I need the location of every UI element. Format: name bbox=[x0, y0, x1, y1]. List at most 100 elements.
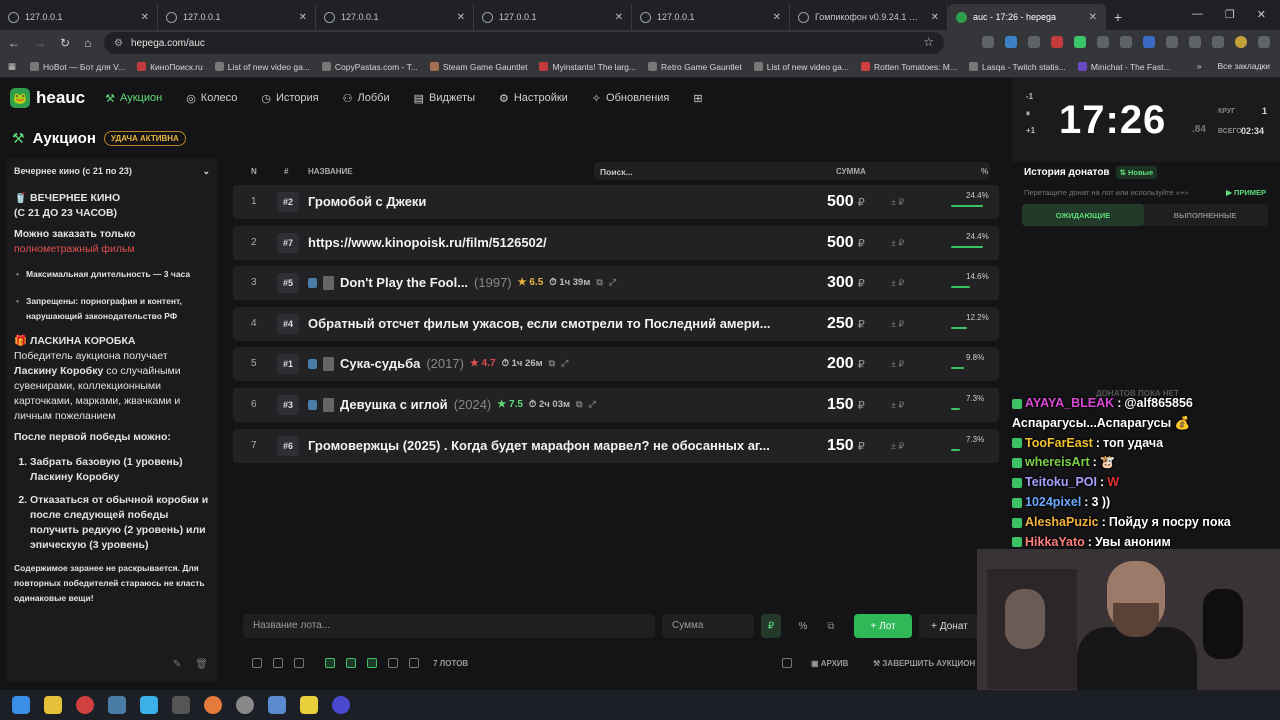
info-icon[interactable] bbox=[308, 358, 317, 369]
bookmark[interactable]: CopyPastas.com - T... bbox=[321, 62, 418, 72]
lot-add-input[interactable]: ± ₽ bbox=[891, 359, 904, 370]
lot-sum[interactable]: 500 ₽ bbox=[827, 193, 865, 211]
link-icon[interactable]: ⤢ bbox=[561, 358, 568, 369]
tab-pending[interactable]: ОЖИДАЮЩИЕ bbox=[1022, 204, 1144, 226]
donate-button[interactable]: + Донат bbox=[919, 614, 983, 638]
lot-title[interactable]: Девушка с иглой bbox=[340, 397, 448, 412]
back-icon[interactable]: ← bbox=[8, 36, 20, 50]
lot-title[interactable]: Обратный отсчет фильм ужасов, если смотр… bbox=[308, 316, 771, 331]
rules-selector[interactable]: Вечернее кино (с 21 по 23) ⌄ bbox=[14, 164, 210, 179]
close-icon[interactable]: ✕ bbox=[931, 12, 939, 23]
browser-tab[interactable]: 127.0.0.1 ✕ bbox=[632, 4, 790, 30]
bookmark[interactable]: HoBot — Бот для V... bbox=[30, 62, 125, 72]
bookmark[interactable]: Rotten Tomatoes: M... bbox=[860, 62, 957, 72]
percent-toggle[interactable]: % bbox=[793, 614, 813, 638]
bookmark[interactable]: Retro Game Gauntlet bbox=[647, 62, 742, 72]
bookmark[interactable]: Steam Game Gauntlet bbox=[429, 62, 527, 72]
extension-icon[interactable] bbox=[1074, 36, 1086, 48]
bookmark[interactable]: КиноПоиск.ru bbox=[137, 62, 203, 72]
lot-title[interactable]: Громовержцы (2025) . Когда будет марафон… bbox=[308, 438, 770, 453]
lot-sum[interactable]: 200 ₽ bbox=[827, 355, 865, 373]
lot-title[interactable]: https://www.kinopoisk.ru/film/5126502/ bbox=[308, 235, 547, 250]
copy-icon[interactable]: ⧉ bbox=[821, 614, 841, 638]
forward-icon[interactable]: → bbox=[34, 36, 46, 50]
close-icon[interactable]: ✕ bbox=[773, 12, 781, 23]
lot-row[interactable]: 5 #1 Сука-судьба (2017) ★ 4.7 ⏱ 1ч 26м ⧉ ⤢ 200 ₽ ±… bbox=[233, 347, 999, 381]
lot-id[interactable]: #3 bbox=[277, 395, 299, 415]
archive-button[interactable]: ▣ АРХИВ bbox=[811, 659, 848, 668]
add-lot-button[interactable]: + Лот bbox=[854, 614, 912, 638]
lot-name-input[interactable]: Название лота... bbox=[243, 614, 655, 638]
lot-row[interactable]: 6 #3 Девушка с иглой (2024) ★ 7.5 ⏱ 2ч 03м ⧉ ⤢ 1… bbox=[233, 388, 999, 422]
extension-icon[interactable] bbox=[1143, 36, 1155, 48]
lot-id[interactable]: #4 bbox=[277, 314, 299, 334]
list-icon[interactable] bbox=[273, 658, 283, 668]
nav-item-auction[interactable]: ⚒ Аукцион bbox=[105, 92, 162, 105]
lot-sum[interactable]: 300 ₽ bbox=[827, 274, 865, 292]
lot-row[interactable]: 4 #4 Обратный отсчет фильм ужасов, если см… bbox=[233, 307, 999, 341]
pause-icon[interactable]: ⏸ bbox=[1026, 105, 1035, 122]
minimize-icon[interactable]: — bbox=[1192, 8, 1203, 20]
close-icon[interactable]: ✕ bbox=[299, 12, 307, 23]
chat-username[interactable]: AleshaPuzic bbox=[1025, 513, 1099, 533]
chat-username[interactable]: TooFarEast bbox=[1025, 434, 1093, 454]
lot-row[interactable]: 7 #6 Громовержцы (2025) . Когда будет мара… bbox=[233, 429, 999, 463]
lot-add-input[interactable]: ± ₽ bbox=[891, 238, 904, 249]
link-icon[interactable]: ⤢ bbox=[588, 399, 595, 410]
reload-icon[interactable]: ↻ bbox=[60, 36, 70, 50]
nav-item-lobby[interactable]: ⚇ Лобби bbox=[343, 92, 390, 105]
steam-icon[interactable] bbox=[108, 696, 126, 714]
lot-id[interactable]: #2 bbox=[277, 192, 299, 212]
apps-icon[interactable]: ▦ bbox=[8, 61, 16, 72]
bookmark[interactable]: List of new video ga... bbox=[753, 62, 849, 72]
save-icon[interactable] bbox=[367, 658, 377, 668]
chat-username[interactable]: 1024pixel bbox=[1025, 493, 1081, 513]
lot-id[interactable]: #5 bbox=[277, 273, 299, 293]
browser-tab[interactable]: 127.0.0.1 ✕ bbox=[316, 4, 474, 30]
lot-sum[interactable]: 150 ₽ bbox=[827, 437, 865, 455]
external-link-icon[interactable]: ⧉ bbox=[596, 277, 602, 288]
browser-tab-active[interactable]: auc - 17:26 - hepega ✕ bbox=[948, 4, 1106, 30]
link-icon[interactable]: ⤢ bbox=[609, 277, 616, 288]
box-icon[interactable] bbox=[388, 658, 398, 668]
bookmark[interactable]: Myinstants! The larg... bbox=[539, 62, 636, 72]
nav-item-updates[interactable]: ✧ Обновления bbox=[592, 92, 670, 105]
nav-item-wheel[interactable]: ◎ Колесо bbox=[186, 92, 237, 105]
lot-title[interactable]: Сука-судьба bbox=[340, 356, 420, 371]
browser-tab[interactable]: 127.0.0.1 ✕ bbox=[0, 4, 158, 30]
chat-username[interactable]: Teitoku_POI bbox=[1025, 473, 1097, 493]
browser-tab[interactable]: 127.0.0.1 ✕ bbox=[158, 4, 316, 30]
stack-icon[interactable] bbox=[409, 658, 419, 668]
finish-auction-button[interactable]: ⚒ ЗАВЕРШИТЬ АУКЦИОН bbox=[873, 659, 975, 668]
folder-icon[interactable] bbox=[44, 696, 62, 714]
chrome-icon[interactable] bbox=[76, 696, 94, 714]
lot-row[interactable]: 1 #2 Громобой с Джеки 500 ₽ ± ₽ 24.4% bbox=[233, 185, 999, 219]
rub-toggle[interactable]: ₽ bbox=[761, 614, 781, 638]
extension-icon[interactable] bbox=[1097, 36, 1109, 48]
sum-input[interactable]: Сумма bbox=[662, 614, 754, 638]
example-button[interactable]: ▶ ПРИМЕР bbox=[1226, 188, 1266, 197]
puzzle-icon[interactable] bbox=[1166, 36, 1178, 48]
app-icon[interactable] bbox=[236, 696, 254, 714]
info-icon[interactable] bbox=[308, 399, 317, 410]
external-link-icon[interactable]: ⧉ bbox=[576, 399, 582, 410]
trash-icon[interactable]: 🗑 bbox=[195, 657, 208, 672]
external-link-icon[interactable]: ⧉ bbox=[549, 358, 555, 369]
lot-add-input[interactable]: ± ₽ bbox=[891, 197, 904, 208]
lot-add-input[interactable]: ± ₽ bbox=[891, 400, 904, 411]
lot-id[interactable]: #1 bbox=[277, 354, 299, 374]
close-icon[interactable]: ✕ bbox=[457, 12, 465, 23]
lot-id[interactable]: #6 bbox=[277, 436, 299, 456]
app-icon[interactable] bbox=[332, 696, 350, 714]
nav-item-settings[interactable]: ⚙ Настройки bbox=[499, 92, 568, 105]
extension-icon[interactable] bbox=[982, 36, 994, 48]
bookmark-star-icon[interactable]: ☆ bbox=[923, 35, 934, 49]
lot-title[interactable]: Don't Play the Fool... bbox=[340, 275, 468, 290]
sort-icon[interactable] bbox=[294, 658, 304, 668]
nav-item-widgets[interactable]: ▤ Виджеты bbox=[414, 92, 475, 105]
info-icon[interactable] bbox=[308, 277, 317, 288]
lot-sum[interactable]: 150 ₽ bbox=[827, 396, 865, 414]
lot-add-input[interactable]: ± ₽ bbox=[891, 441, 904, 452]
nav-item-history[interactable]: ◷ История bbox=[261, 92, 318, 105]
avatar[interactable] bbox=[1235, 36, 1247, 48]
